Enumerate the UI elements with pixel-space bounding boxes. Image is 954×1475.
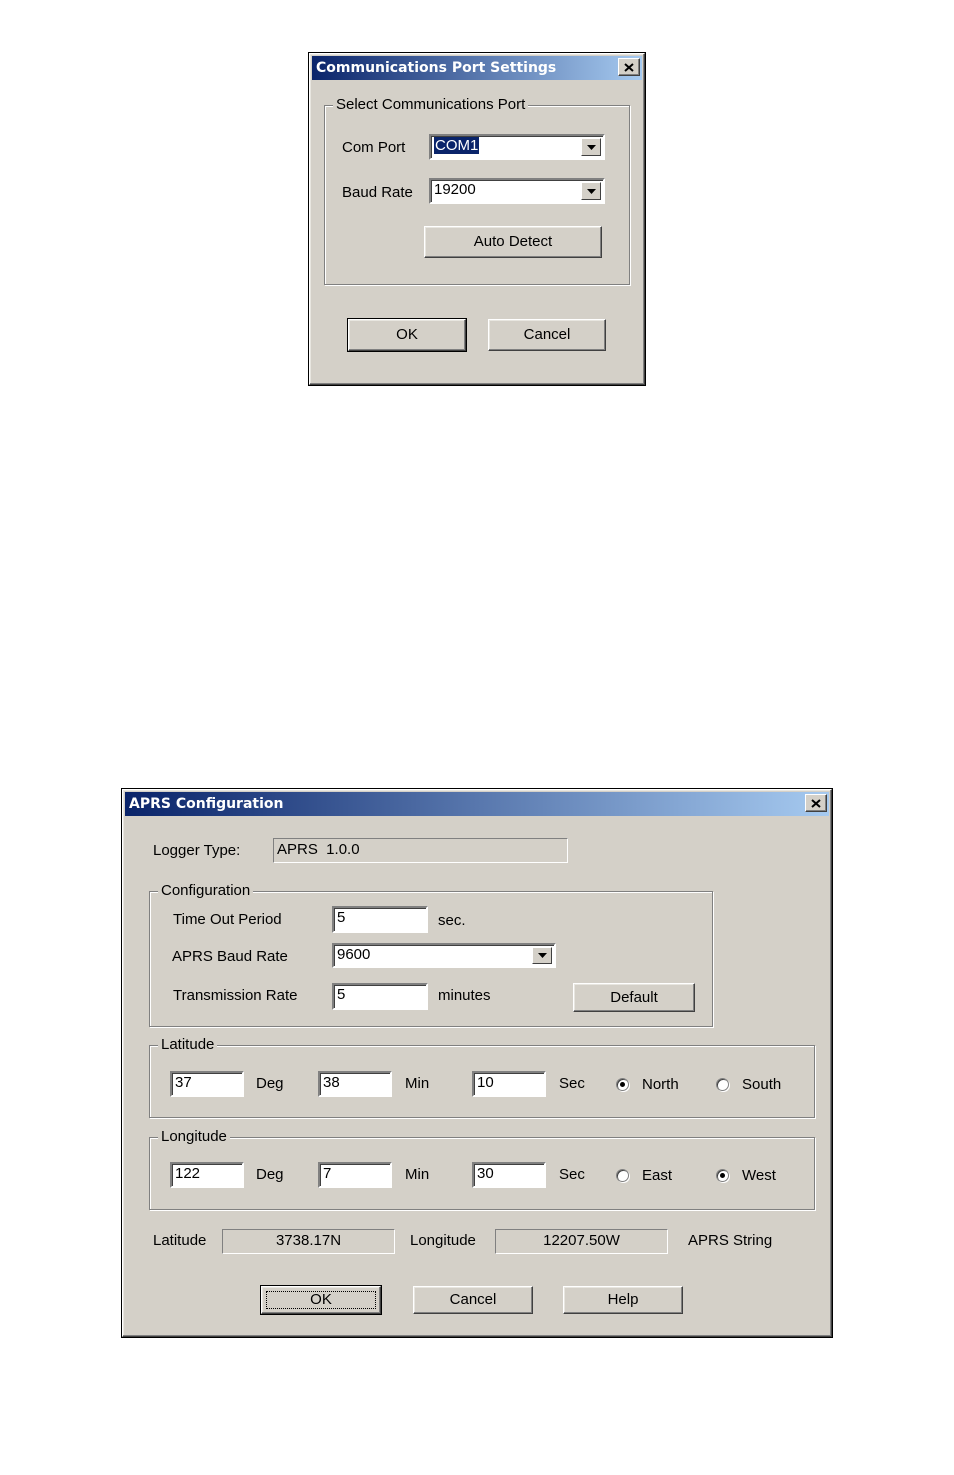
comm-ok-label: OK (396, 326, 418, 343)
south-radio[interactable] (716, 1078, 729, 1091)
baud-rate-dropdown-button[interactable] (581, 182, 601, 200)
summary-longitude-box: 12207.50W (495, 1229, 668, 1254)
summary-latitude-value: 3738.17N (275, 1232, 342, 1249)
close-icon (624, 62, 634, 72)
summary-longitude-label: Longitude (410, 1232, 476, 1249)
timeout-input[interactable]: 5 (332, 906, 428, 933)
comm-port-dialog: Communications Port Settings Select Comm… (309, 53, 645, 385)
tx-rate-input[interactable]: 5 (332, 983, 428, 1010)
latitude-min-input[interactable]: 38 (318, 1071, 392, 1097)
timeout-value: 5 (337, 909, 346, 926)
logger-type-value-box: APRS 1.0.0 (273, 838, 568, 863)
com-port-value: COM1 (434, 137, 480, 154)
aprs-ok-button[interactable]: OK (260, 1285, 382, 1315)
aprs-config-dialog: APRS Configuration Logger Type: APRS 1.0… (122, 789, 832, 1337)
chevron-down-icon (586, 144, 596, 150)
east-label[interactable]: East (642, 1167, 672, 1185)
summary-longitude-value: 12207.50W (543, 1232, 620, 1249)
com-port-dropdown-button[interactable] (581, 138, 601, 156)
longitude-group-label: Longitude (158, 1128, 230, 1146)
com-port-label: Com Port (342, 139, 406, 156)
north-radio[interactable] (616, 1078, 629, 1091)
logger-type-value: APRS 1.0.0 (277, 841, 360, 858)
aprs-baud-value: 9600 (337, 946, 371, 963)
latitude-sec-input[interactable]: 10 (472, 1071, 546, 1097)
comm-ok-button[interactable]: OK (347, 318, 467, 352)
longitude-min-label: Min (405, 1166, 430, 1183)
chevron-down-icon (586, 188, 596, 194)
focus-rectangle (266, 1291, 376, 1309)
longitude-group: Longitude 122 Deg 7 Min 30 Sec East West (149, 1128, 815, 1210)
tx-rate-unit: minutes (438, 987, 491, 1004)
aprs-help-label: Help (607, 1291, 639, 1308)
longitude-min-value: 7 (323, 1165, 332, 1182)
com-port-select[interactable]: COM1 (429, 134, 605, 160)
auto-detect-button[interactable]: Auto Detect (424, 226, 602, 258)
south-label[interactable]: South (742, 1076, 781, 1094)
timeout-unit: sec. (438, 912, 466, 929)
latitude-deg-value: 37 (175, 1074, 192, 1091)
configuration-group-label: Configuration (158, 882, 254, 900)
comm-cancel-button[interactable]: Cancel (488, 319, 606, 351)
radio-selected-dot (620, 1082, 625, 1087)
select-port-group: Select Communications Port Com Port COM1… (324, 96, 630, 285)
latitude-sec-label: Sec (559, 1075, 585, 1092)
latitude-deg-label: Deg (256, 1075, 284, 1092)
default-label: Default (610, 989, 658, 1006)
aprs-dialog-titlebar[interactable]: APRS Configuration (125, 792, 829, 816)
baud-rate-select[interactable]: 19200 (429, 178, 605, 204)
latitude-min-label: Min (405, 1075, 430, 1092)
baud-rate-label: Baud Rate (342, 184, 413, 201)
aprs-string-label: APRS String (688, 1232, 773, 1249)
configuration-group: Configuration Time Out Period 5 sec. APR… (149, 882, 713, 1027)
aprs-baud-dropdown-button[interactable] (532, 947, 552, 964)
logger-type-label: Logger Type: (153, 842, 241, 859)
default-button[interactable]: Default (573, 983, 695, 1012)
longitude-sec-label: Sec (559, 1166, 585, 1183)
longitude-deg-input[interactable]: 122 (170, 1162, 244, 1188)
aprs-dialog-title: APRS Configuration (129, 796, 284, 812)
tx-rate-label: Transmission Rate (173, 987, 298, 1004)
comm-dialog-title: Communications Port Settings (316, 60, 557, 76)
north-label[interactable]: North (642, 1076, 679, 1094)
longitude-min-input[interactable]: 7 (318, 1162, 392, 1188)
aprs-help-button[interactable]: Help (563, 1286, 683, 1314)
timeout-label: Time Out Period (173, 911, 282, 928)
summary-latitude-box: 3738.17N (222, 1229, 395, 1254)
longitude-sec-input[interactable]: 30 (472, 1162, 546, 1188)
tx-rate-value: 5 (337, 986, 346, 1003)
latitude-group-label: Latitude (158, 1036, 218, 1054)
longitude-deg-label: Deg (256, 1166, 284, 1183)
radio-selected-dot (720, 1173, 725, 1178)
comm-dialog-close-button[interactable] (618, 58, 640, 76)
chevron-down-icon (537, 953, 547, 958)
latitude-min-value: 38 (323, 1074, 340, 1091)
west-label[interactable]: West (742, 1167, 776, 1185)
aprs-baud-select[interactable]: 9600 (332, 943, 556, 968)
longitude-deg-value: 122 (175, 1165, 201, 1182)
aprs-cancel-button[interactable]: Cancel (413, 1286, 533, 1314)
summary-latitude-label: Latitude (153, 1232, 207, 1249)
east-radio[interactable] (616, 1169, 629, 1182)
aprs-dialog-close-button[interactable] (805, 794, 827, 812)
close-icon (811, 798, 821, 808)
aprs-baud-label: APRS Baud Rate (172, 948, 288, 965)
auto-detect-label: Auto Detect (473, 233, 553, 250)
baud-rate-value: 19200 (434, 181, 476, 198)
select-port-group-label: Select Communications Port (333, 96, 529, 114)
west-radio[interactable] (716, 1169, 729, 1182)
comm-cancel-label: Cancel (523, 326, 571, 343)
comm-dialog-titlebar[interactable]: Communications Port Settings (312, 56, 642, 80)
latitude-deg-input[interactable]: 37 (170, 1071, 244, 1097)
longitude-sec-value: 30 (477, 1165, 494, 1182)
latitude-group: Latitude 37 Deg 38 Min 10 Sec North Sout… (149, 1036, 815, 1118)
latitude-sec-value: 10 (477, 1074, 494, 1091)
aprs-cancel-label: Cancel (449, 1291, 497, 1308)
